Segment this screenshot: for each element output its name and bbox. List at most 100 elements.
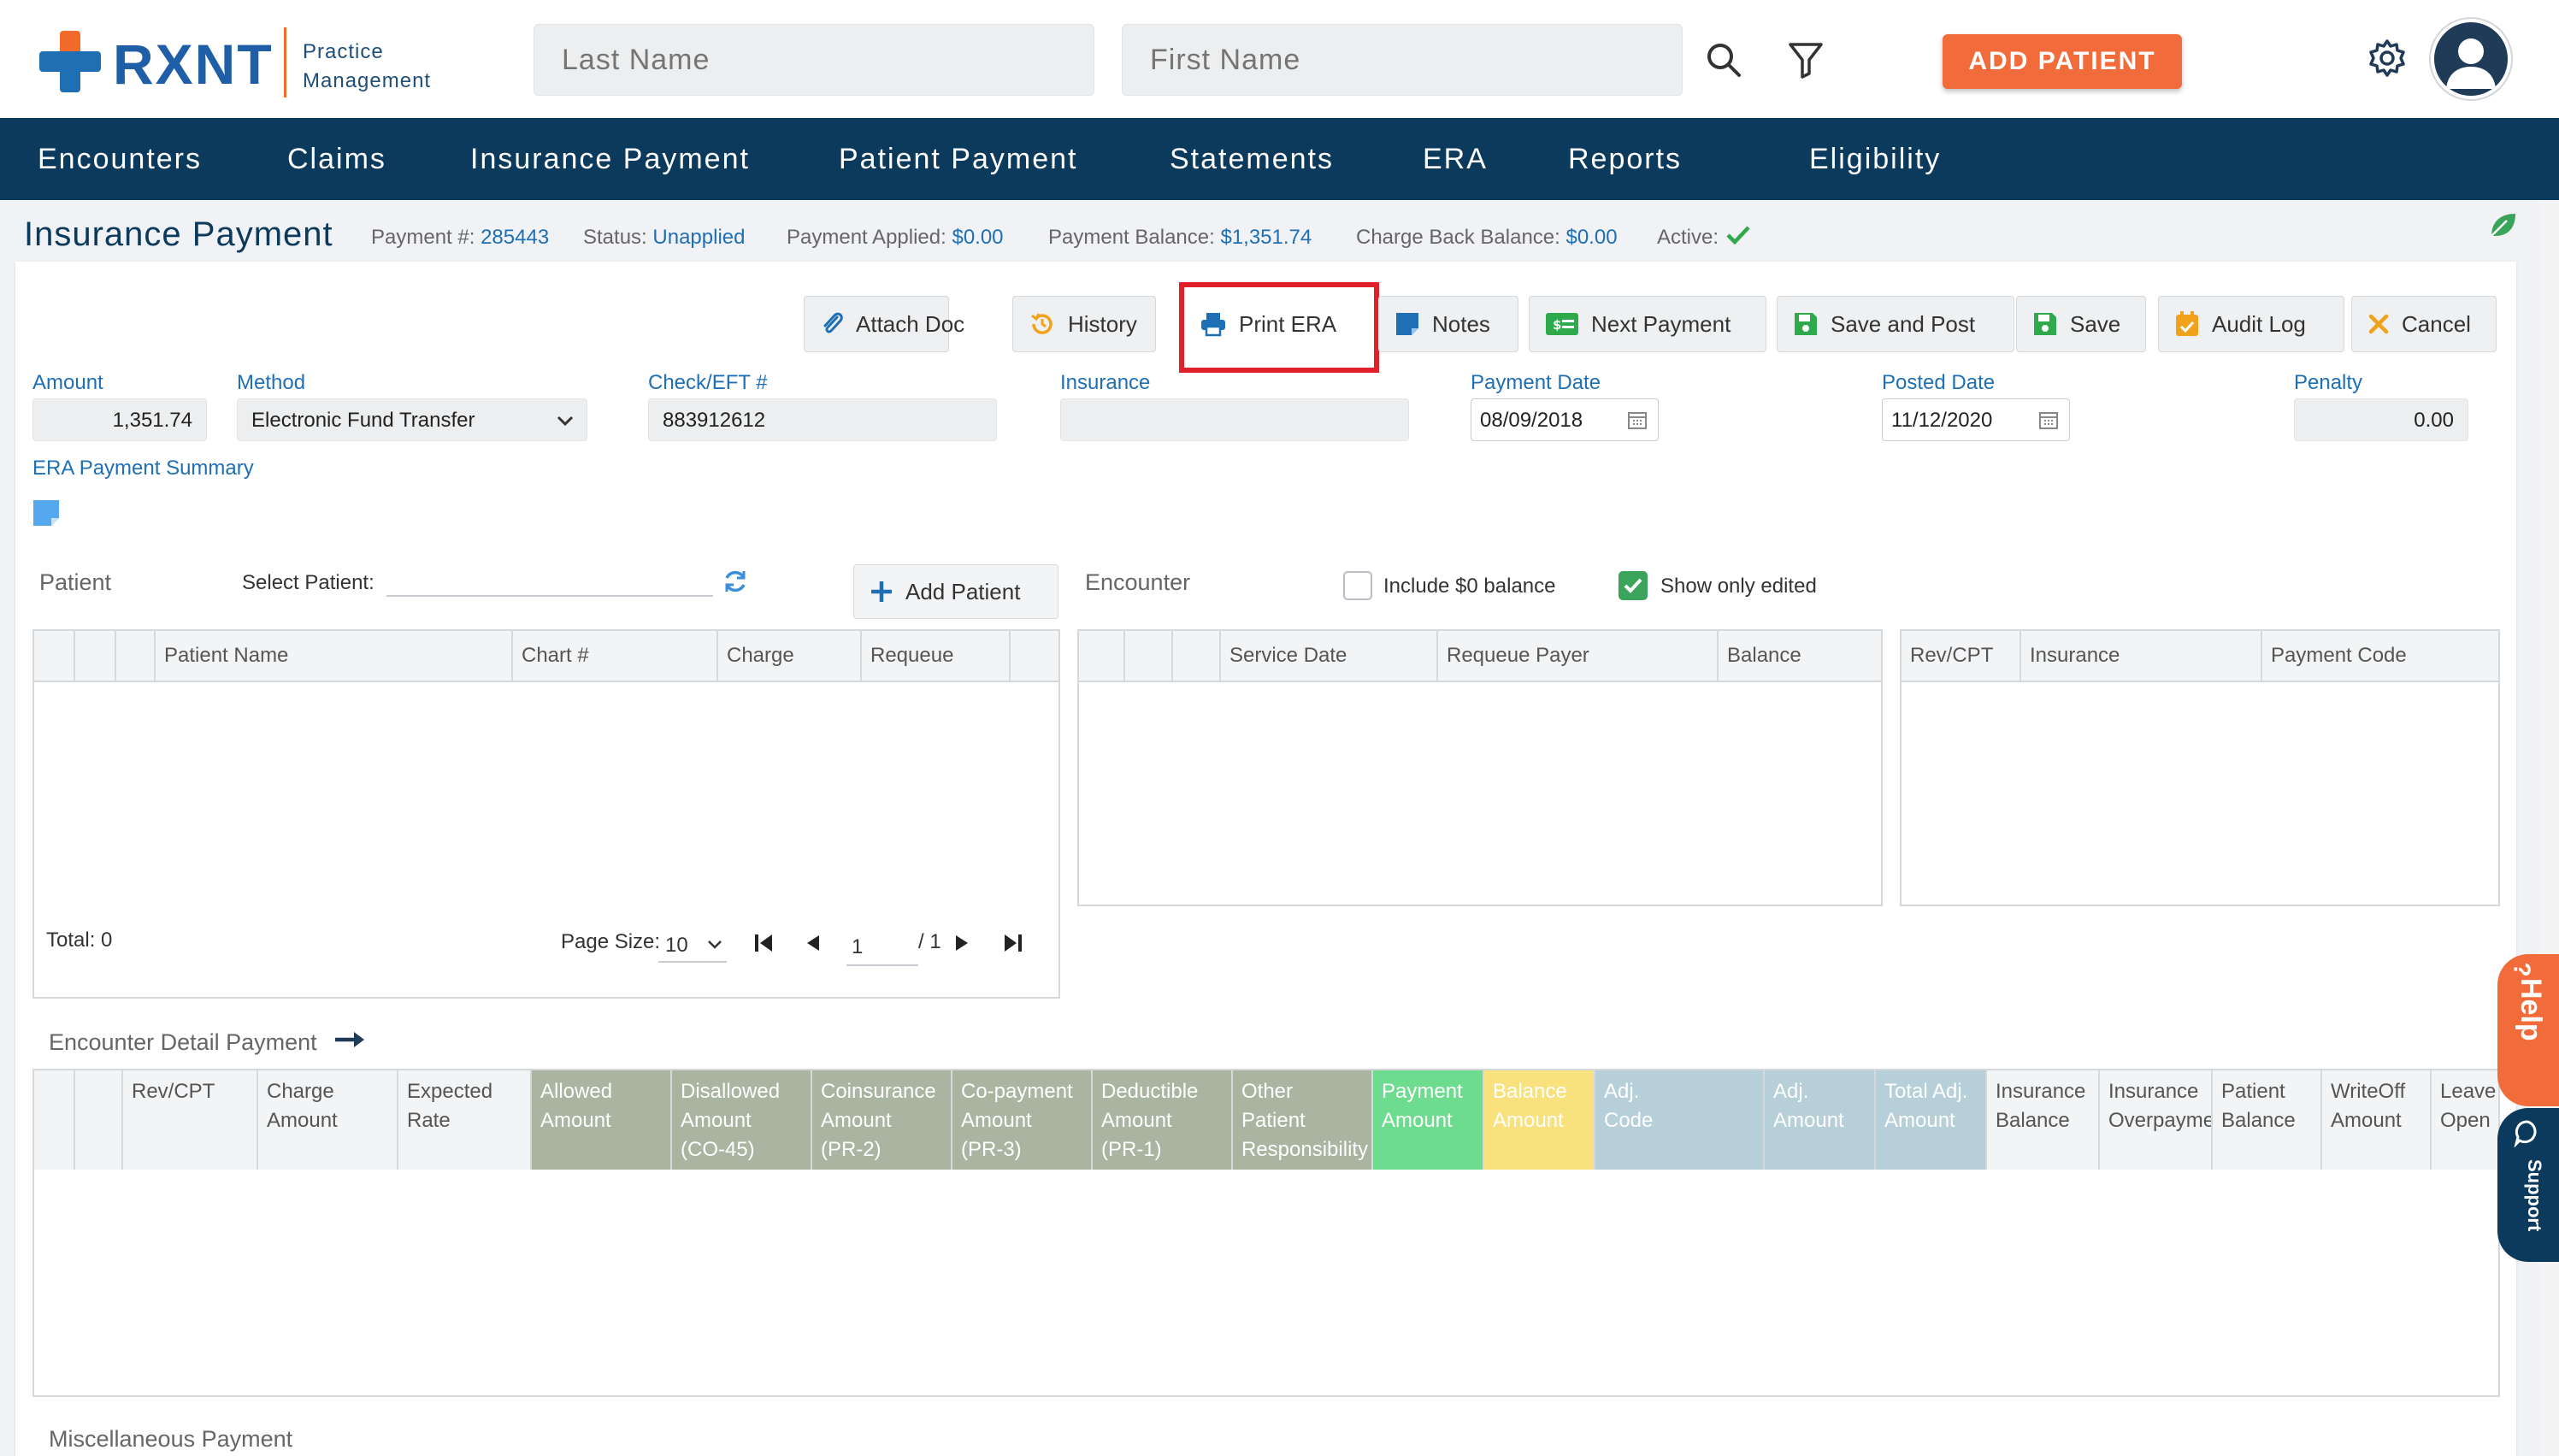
show-only-edited-label: Show only edited — [1660, 575, 1817, 598]
edp-col-total-adj-amount[interactable]: Total Adj. Amount — [1874, 1070, 1985, 1170]
previous-page-icon[interactable] — [804, 934, 823, 952]
save-disk-icon — [1795, 313, 1817, 335]
nav-eligibility[interactable]: Eligibility — [1809, 118, 1941, 200]
era-summary-note-icon[interactable] — [32, 499, 60, 527]
edp-col-insurance-balance[interactable]: Insurance Balance — [1985, 1070, 2098, 1170]
encounter-detail-grid-body — [32, 1170, 2500, 1397]
calendar-icon[interactable] — [2038, 410, 2059, 430]
page-scrollbar[interactable] — [2539, 200, 2559, 1456]
search-icon[interactable] — [1703, 39, 1744, 80]
insurance-input[interactable] — [1060, 398, 1409, 441]
penalty-input[interactable]: 0.00 — [2294, 398, 2468, 441]
edp-col-patient-balance[interactable]: Patient Balance — [2211, 1070, 2320, 1170]
edp-col-coinsurance-amount[interactable]: Coinsurance Amount (PR-2) — [811, 1070, 951, 1170]
page-total: / 1 — [918, 930, 941, 953]
payment-number-label: Payment #: — [371, 226, 475, 249]
edp-col-deductible-amount[interactable]: Deductible Amount (PR-1) — [1091, 1070, 1231, 1170]
edp-col-writeoff-amount[interactable]: WriteOff Amount — [2320, 1070, 2430, 1170]
payment-date-input[interactable]: 08/09/2018 — [1471, 398, 1659, 441]
first-name-input[interactable] — [1122, 24, 1683, 96]
nav-patient-payment[interactable]: Patient Payment — [839, 118, 1077, 200]
edp-col-disallowed-amount[interactable]: Disallowed Amount (CO-45) — [670, 1070, 811, 1170]
edp-col-other-patient-responsibility[interactable]: Other Patient Responsibility — [1231, 1070, 1371, 1170]
patient-grid-col-patient-name[interactable]: Patient Name — [154, 631, 511, 681]
method-select[interactable]: Electronic Fund Transfer — [237, 398, 587, 441]
nav-claims[interactable]: Claims — [287, 118, 386, 200]
last-name-input[interactable] — [534, 24, 1094, 96]
rev-cpt-grid: Rev/CPT Insurance Payment Code — [1900, 629, 2500, 906]
encounter-grid-col-balance[interactable]: Balance — [1717, 631, 1869, 681]
edp-col-copayment-amount[interactable]: Co-payment Amount (PR-3) — [951, 1070, 1091, 1170]
refresh-icon[interactable] — [722, 568, 749, 595]
settings-gear-icon[interactable] — [2367, 38, 2408, 79]
edp-col-adj-amount[interactable]: Adj. Amount — [1763, 1070, 1874, 1170]
edp-col-charge-amount[interactable]: Charge Amount — [256, 1070, 397, 1170]
calendar-icon[interactable] — [1627, 410, 1648, 430]
applied-value: $0.00 — [952, 226, 1004, 249]
select-patient-input[interactable] — [386, 595, 713, 597]
history-label: History — [1068, 310, 1137, 337]
include-zero-balance-checkbox[interactable] — [1343, 571, 1372, 600]
paperclip-icon — [823, 312, 843, 333]
patient-grid-col-chart[interactable]: Chart # — [511, 631, 716, 681]
encounter-grid-col-requeue-payer[interactable]: Requeue Payer — [1436, 631, 1717, 681]
amount-input[interactable]: 1,351.74 — [32, 398, 207, 441]
edp-col-insurance-overpayment[interactable]: Insurance Overpayment — [2098, 1070, 2211, 1170]
nav-era[interactable]: ERA — [1423, 118, 1488, 200]
next-payment-button[interactable]: $ Next Payment — [1529, 296, 1766, 352]
edp-col-expected-rate[interactable]: Expected Rate — [397, 1070, 530, 1170]
patient-grid: Patient Name Chart # Charge Requeue Tota… — [32, 629, 1060, 999]
save-button[interactable]: Save — [2016, 296, 2146, 352]
first-page-icon[interactable] — [752, 932, 775, 954]
page-size-select[interactable]: 10 — [658, 928, 727, 963]
attach-doc-button[interactable]: Attach Doc — [804, 296, 964, 352]
nav-statements[interactable]: Statements — [1170, 118, 1334, 200]
user-avatar[interactable] — [2431, 19, 2511, 99]
patient-grid-col-blank-2 — [74, 631, 115, 681]
arrow-right-icon[interactable] — [333, 1029, 368, 1050]
nav-encounters[interactable]: Encounters — [38, 118, 202, 200]
edp-col-adj-code[interactable]: Adj. Code — [1594, 1070, 1763, 1170]
patient-grid-col-charge[interactable]: Charge — [716, 631, 860, 681]
audit-log-button[interactable]: Audit Log — [2158, 296, 2344, 352]
add-patient-grid-button[interactable]: Add Patient — [853, 564, 1058, 619]
leaf-icon[interactable] — [2486, 209, 2519, 241]
encounter-grid-col-blank-3 — [1171, 631, 1219, 681]
show-only-edited-checkbox[interactable] — [1619, 571, 1648, 600]
history-icon — [1031, 313, 1052, 334]
era-payment-summary-label: ERA Payment Summary — [32, 457, 254, 480]
edp-col-rev-cpt[interactable]: Rev/CPT — [121, 1070, 256, 1170]
patient-grid-col-requeue[interactable]: Requeue — [860, 631, 963, 681]
calendar-check-icon — [2176, 311, 2198, 336]
encounter-grid: Service Date Requeue Payer Balance — [1077, 629, 1883, 906]
history-button[interactable]: History — [1012, 296, 1156, 352]
payment-balance: Payment Balance: $1,351.74 — [1048, 226, 1312, 250]
chargeback-value: $0.00 — [1565, 226, 1618, 249]
edp-col-payment-amount[interactable]: Payment Amount — [1371, 1070, 1483, 1170]
rev-cpt-grid-col-payment-code[interactable]: Payment Code — [2261, 631, 2498, 681]
active-label: Active: — [1657, 226, 1719, 249]
rev-cpt-grid-col-rev-cpt[interactable]: Rev/CPT — [1902, 631, 2019, 681]
next-page-icon[interactable] — [952, 934, 971, 952]
support-side-tab[interactable]: Support — [2497, 1108, 2559, 1262]
posted-date-input[interactable]: 11/12/2020 — [1882, 398, 2070, 441]
rxnt-logo[interactable]: RXNT Practice Management — [39, 27, 450, 97]
rev-cpt-grid-col-insurance[interactable]: Insurance — [2019, 631, 2261, 681]
edp-col-leave-open[interactable]: Leave Open — [2430, 1070, 2498, 1170]
filter-icon[interactable] — [1785, 39, 1826, 80]
nav-insurance-payment[interactable]: Insurance Payment — [470, 118, 750, 200]
edp-col-balance-amount[interactable]: Balance Amount — [1483, 1070, 1594, 1170]
cancel-button[interactable]: Cancel — [2351, 296, 2497, 352]
logo-subtitle-line2: Management — [303, 69, 432, 92]
encounter-grid-col-blank-2 — [1123, 631, 1171, 681]
edp-col-allowed-amount[interactable]: Allowed Amount — [530, 1070, 670, 1170]
nav-reports[interactable]: Reports — [1568, 118, 1682, 200]
help-side-tab[interactable]: Help ? — [2497, 954, 2559, 1106]
page-number-input[interactable]: 1 — [846, 928, 918, 966]
encounter-grid-col-service-date[interactable]: Service Date — [1219, 631, 1436, 681]
check-eft-input[interactable]: 883912612 — [648, 398, 997, 441]
add-patient-button[interactable]: ADD PATIENT — [1943, 34, 2182, 89]
notes-button[interactable]: Notes — [1378, 296, 1518, 352]
last-page-icon[interactable] — [1002, 932, 1024, 954]
save-and-post-button[interactable]: Save and Post — [1777, 296, 2014, 352]
